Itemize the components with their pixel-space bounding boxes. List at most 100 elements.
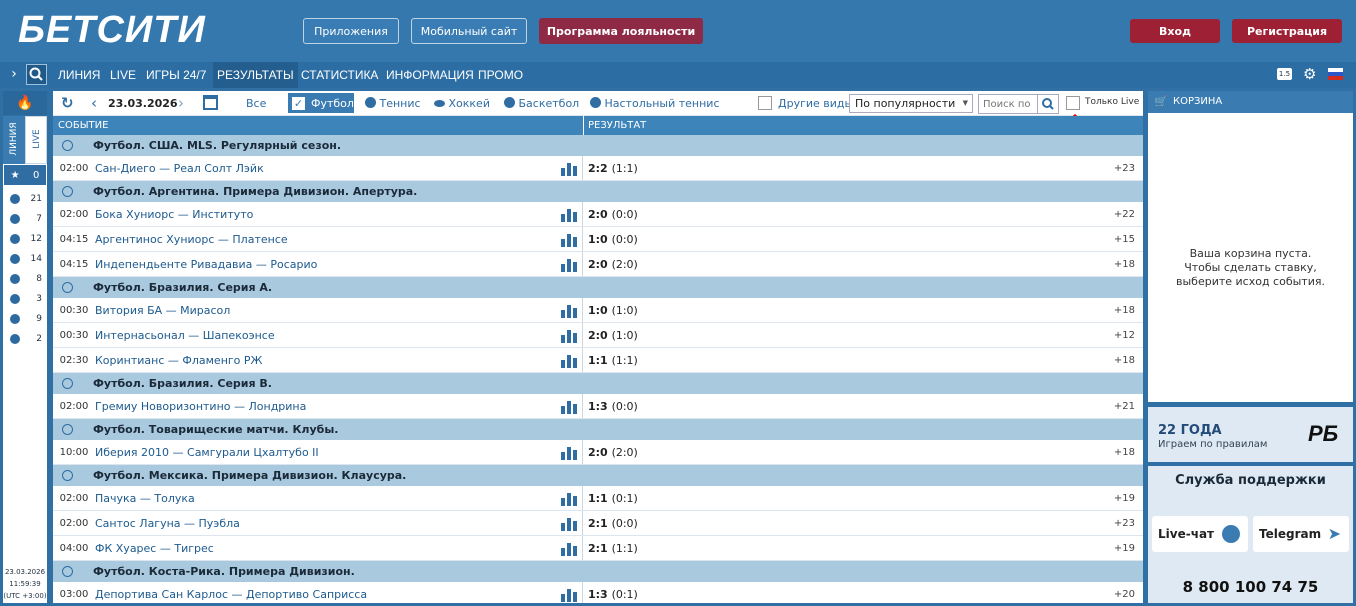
league-header[interactable]: Футбол. Аргентина. Примера Дивизион. Апе…: [53, 181, 1143, 202]
stats-icon[interactable]: [561, 207, 577, 222]
more-markets[interactable]: +12: [1114, 330, 1135, 341]
league-header[interactable]: Футбол. Мексика. Примера Дивизион. Клаус…: [53, 465, 1143, 486]
other-sports-checkbox[interactable]: [758, 96, 772, 110]
table-row[interactable]: 04:00 ФК Хуарес — Тигрес 2:1 (1:1) +19: [53, 536, 1143, 561]
more-markets[interactable]: +23: [1114, 518, 1135, 529]
sport-filter-table-tennis[interactable]: 8: [4, 269, 46, 289]
more-markets[interactable]: +19: [1114, 543, 1135, 554]
filter-table-tennis[interactable]: Настольный теннис: [590, 91, 720, 116]
event-name[interactable]: Сан-Диего — Реал Солт Лэйк: [95, 162, 264, 175]
event-name[interactable]: Бока Хуниорс — Институто: [95, 208, 253, 221]
apps-button[interactable]: Приложения: [303, 18, 399, 44]
nav-promo[interactable]: ПРОМО: [478, 62, 523, 88]
sport-filter-hockey[interactable]: 12: [4, 229, 46, 249]
search-input[interactable]: [978, 94, 1038, 114]
event-name[interactable]: Индепендьенте Ривадавиа — Росарио: [95, 258, 317, 271]
nav-games[interactable]: ИГРЫ 24/7: [146, 62, 206, 88]
league-header[interactable]: Футбол. Бразилия. Серия B.: [53, 373, 1143, 394]
event-name[interactable]: Сантос Лагуна — Пуэбла: [95, 517, 240, 530]
search-icon[interactable]: [26, 64, 47, 85]
tab-line[interactable]: ЛИНИЯ: [3, 116, 25, 164]
sport-filter-esports[interactable]: 9: [4, 309, 46, 329]
table-row[interactable]: 02:00 Сантос Лагуна — Пуэбла 2:1 (0:0) +23: [53, 511, 1143, 536]
table-row[interactable]: 02:30 Коринтианс — Фламенго РЖ 1:1 (1:1) +1…: [53, 348, 1143, 373]
nav-info[interactable]: ИНФОРМАЦИЯ: [386, 62, 474, 88]
register-button[interactable]: Регистрация: [1232, 19, 1342, 43]
event-name[interactable]: Пачука — Толука: [95, 492, 195, 505]
telegram-button[interactable]: Telegram ➤: [1253, 516, 1349, 552]
mobile-site-button[interactable]: Мобильный сайт: [411, 18, 527, 44]
nav-live[interactable]: LIVE: [110, 62, 136, 88]
stats-icon[interactable]: [561, 587, 577, 602]
date-value[interactable]: 23.03.2026: [108, 91, 178, 116]
sport-filter-basketball[interactable]: 14: [4, 249, 46, 269]
table-row[interactable]: 00:30 Интернасьонал — Шапекоэнсе 2:0 (1:0)…: [53, 323, 1143, 348]
table-row[interactable]: 03:00 Депортива Сан Карлос — Депортиво Са…: [53, 582, 1143, 603]
sport-filter-volleyball[interactable]: 3: [4, 289, 46, 309]
stats-icon[interactable]: [561, 399, 577, 414]
table-row[interactable]: 02:00 Бока Хуниорс — Институто 2:0 (0:0) +2…: [53, 202, 1143, 227]
more-markets[interactable]: +18: [1114, 447, 1135, 458]
stats-icon[interactable]: [561, 303, 577, 318]
calendar-icon[interactable]: [203, 95, 218, 110]
stats-icon[interactable]: [561, 328, 577, 343]
prev-date-icon[interactable]: ‹: [91, 91, 97, 116]
event-name[interactable]: Интернасьонал — Шапекоэнсе: [95, 329, 275, 342]
more-markets[interactable]: +20: [1114, 589, 1135, 600]
refresh-icon[interactable]: ↻: [61, 91, 74, 116]
logo[interactable]: БЕТСИТИ: [18, 8, 206, 52]
table-row[interactable]: 00:30 Витория БА — Мирасол 1:0 (1:0) +18: [53, 298, 1143, 323]
filter-hockey[interactable]: Хоккей: [434, 91, 490, 116]
event-name[interactable]: Гремиу Новоризонтино — Лондрина: [95, 400, 306, 413]
table-row[interactable]: 02:00 Пачука — Толука 1:1 (0:1) +19: [53, 486, 1143, 511]
table-row[interactable]: 04:15 Аргентинос Хуниорс — Платенсе 1:0 (0…: [53, 227, 1143, 252]
stats-icon[interactable]: [561, 232, 577, 247]
russian-flag-icon[interactable]: [1328, 68, 1343, 80]
stats-icon[interactable]: [561, 445, 577, 460]
stats-icon[interactable]: [561, 541, 577, 556]
sport-filter-football[interactable]: 21: [4, 189, 46, 209]
league-header[interactable]: Футбол. Товарищеские матчи. Клубы.: [53, 419, 1143, 440]
more-markets[interactable]: +18: [1114, 355, 1135, 366]
filter-tennis[interactable]: Теннис: [365, 91, 421, 116]
nav-results[interactable]: РЕЗУЛЬТАТЫ: [213, 62, 298, 88]
event-name[interactable]: Иберия 2010 — Самгурали Цхалтубо II: [95, 446, 319, 459]
event-name[interactable]: Аргентинос Хуниорс — Платенсе: [95, 233, 288, 246]
table-row[interactable]: 02:00 Сан-Диего — Реал Солт Лэйк 2:2 (1:1)…: [53, 156, 1143, 181]
league-header[interactable]: Футбол. США. MLS. Регулярный сезон.: [53, 135, 1143, 156]
nav-statistics[interactable]: СТАТИСТИКА: [301, 62, 378, 88]
login-button[interactable]: Вход: [1130, 19, 1220, 43]
table-row[interactable]: 02:00 Гремиу Новоризонтино — Лондрина 1:3 …: [53, 394, 1143, 419]
stats-icon[interactable]: [561, 516, 577, 531]
stats-icon[interactable]: [561, 491, 577, 506]
more-markets[interactable]: +21: [1114, 401, 1135, 412]
table-row[interactable]: 04:15 Индепендьенте Ривадавиа — Росарио 2:…: [53, 252, 1143, 277]
more-markets[interactable]: +19: [1114, 493, 1135, 504]
more-markets[interactable]: +23: [1114, 163, 1135, 174]
event-name[interactable]: ФК Хуарес — Тигрес: [95, 542, 214, 555]
filter-basketball[interactable]: Баскетбол: [504, 91, 579, 116]
next-date-icon[interactable]: ›: [178, 91, 184, 116]
sort-select[interactable]: По популярности ▼: [849, 94, 973, 113]
stats-icon[interactable]: [561, 161, 577, 176]
stats-icon[interactable]: [561, 353, 577, 368]
promo-banner[interactable]: 22 ГОДА Играем по правилам РБ: [1148, 407, 1353, 462]
expand-arrow-icon[interactable]: ›: [4, 64, 24, 85]
event-name[interactable]: Депортива Сан Карлос — Депортиво Саприсс…: [95, 588, 367, 601]
only-live-checkbox[interactable]: [1066, 96, 1080, 110]
nav-line[interactable]: ЛИНИЯ: [58, 62, 100, 88]
scale-badge[interactable]: 1.5: [1277, 68, 1292, 80]
more-markets[interactable]: +15: [1114, 234, 1135, 245]
fire-icon[interactable]: 🔥: [3, 91, 47, 115]
tab-live[interactable]: LIVE: [25, 116, 47, 164]
more-markets[interactable]: +18: [1114, 259, 1135, 270]
sport-filter-baseball[interactable]: 2: [4, 329, 46, 349]
sport-filter-tennis[interactable]: 7: [4, 209, 46, 229]
gear-icon[interactable]: ⚙: [1303, 65, 1319, 83]
table-row[interactable]: 10:00 Иберия 2010 — Самгурали Цхалтубо II…: [53, 440, 1143, 465]
filter-football[interactable]: ✓ Футбол: [288, 93, 354, 113]
event-name[interactable]: Коринтианс — Фламенго РЖ: [95, 354, 262, 367]
filter-all[interactable]: Все: [246, 91, 266, 116]
event-name[interactable]: Витория БА — Мирасол: [95, 304, 230, 317]
favorites-item[interactable]: ★ 0: [4, 165, 46, 185]
